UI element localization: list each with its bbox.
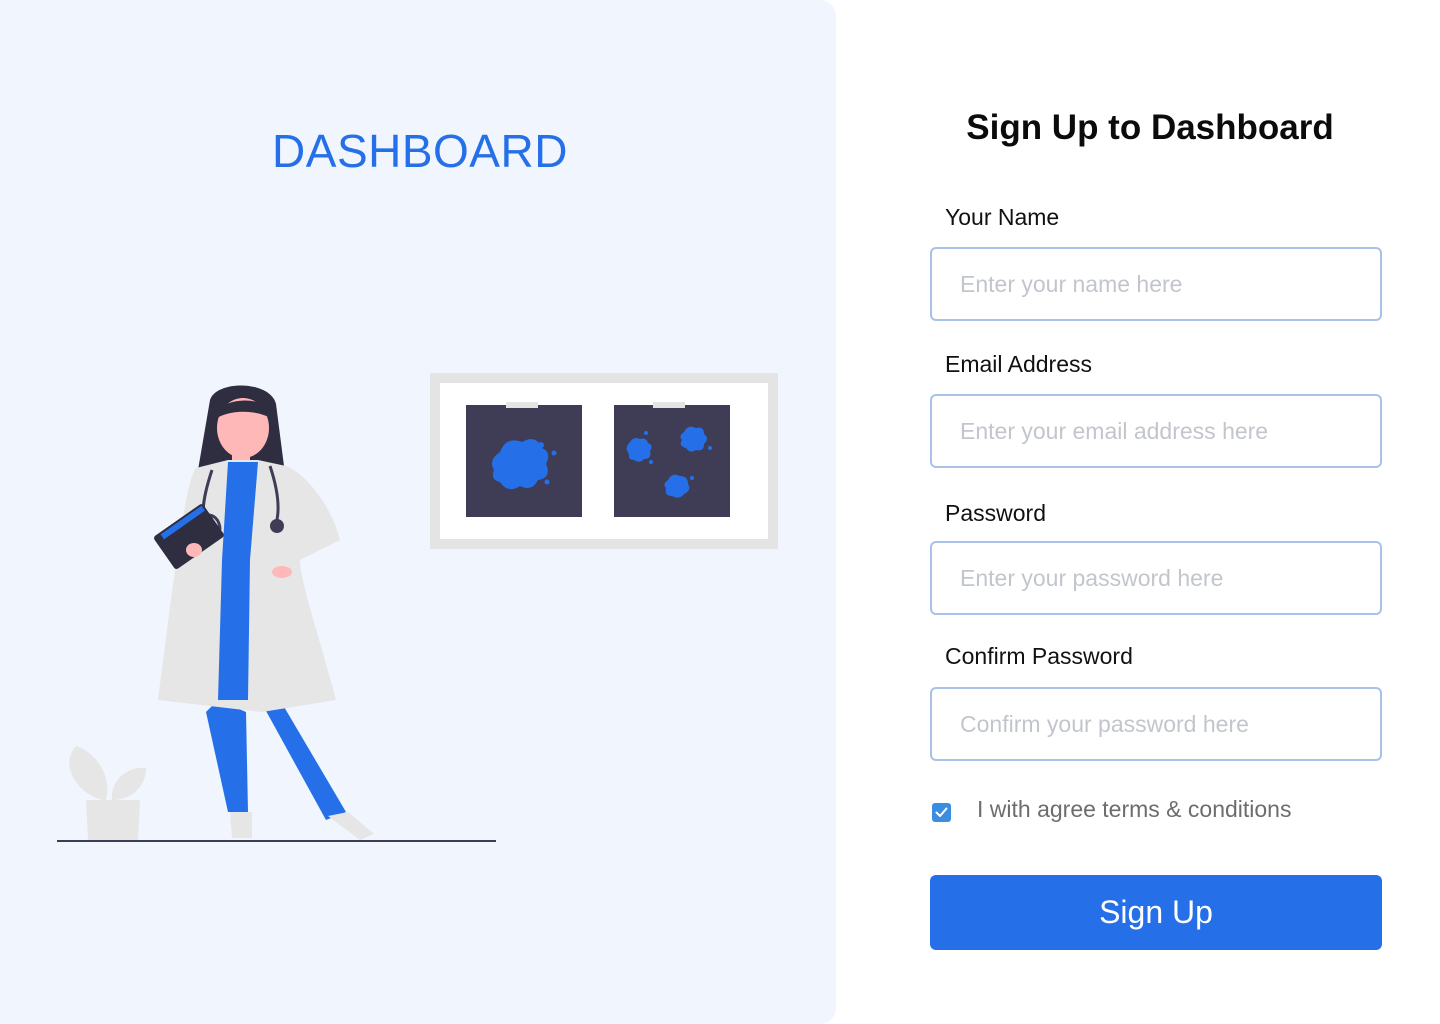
email-label: Email Address bbox=[945, 351, 1093, 377]
agree-checkbox[interactable] bbox=[932, 803, 951, 822]
password-label: Password bbox=[945, 500, 1046, 526]
doctor-with-xray-illustration bbox=[57, 373, 778, 842]
xray-board bbox=[430, 373, 778, 549]
check-icon bbox=[935, 807, 948, 817]
illustration-panel: DASHBOARD bbox=[0, 0, 836, 1024]
agree-terms-row[interactable]: I with agree terms & conditions bbox=[932, 796, 1291, 823]
plant bbox=[69, 746, 146, 840]
sign-up-button[interactable]: Sign Up bbox=[930, 875, 1382, 950]
password-input[interactable] bbox=[930, 541, 1382, 615]
name-input[interactable] bbox=[930, 247, 1382, 321]
confirm-password-input[interactable] bbox=[930, 687, 1382, 761]
confirm-password-label: Confirm Password bbox=[945, 643, 1133, 669]
name-label: Your Name bbox=[945, 204, 1060, 230]
form-title: Sign Up to Dashboard bbox=[966, 108, 1334, 147]
agree-terms-label: I with agree terms & conditions bbox=[977, 796, 1292, 822]
doctor bbox=[154, 385, 374, 840]
email-input[interactable] bbox=[930, 394, 1382, 468]
